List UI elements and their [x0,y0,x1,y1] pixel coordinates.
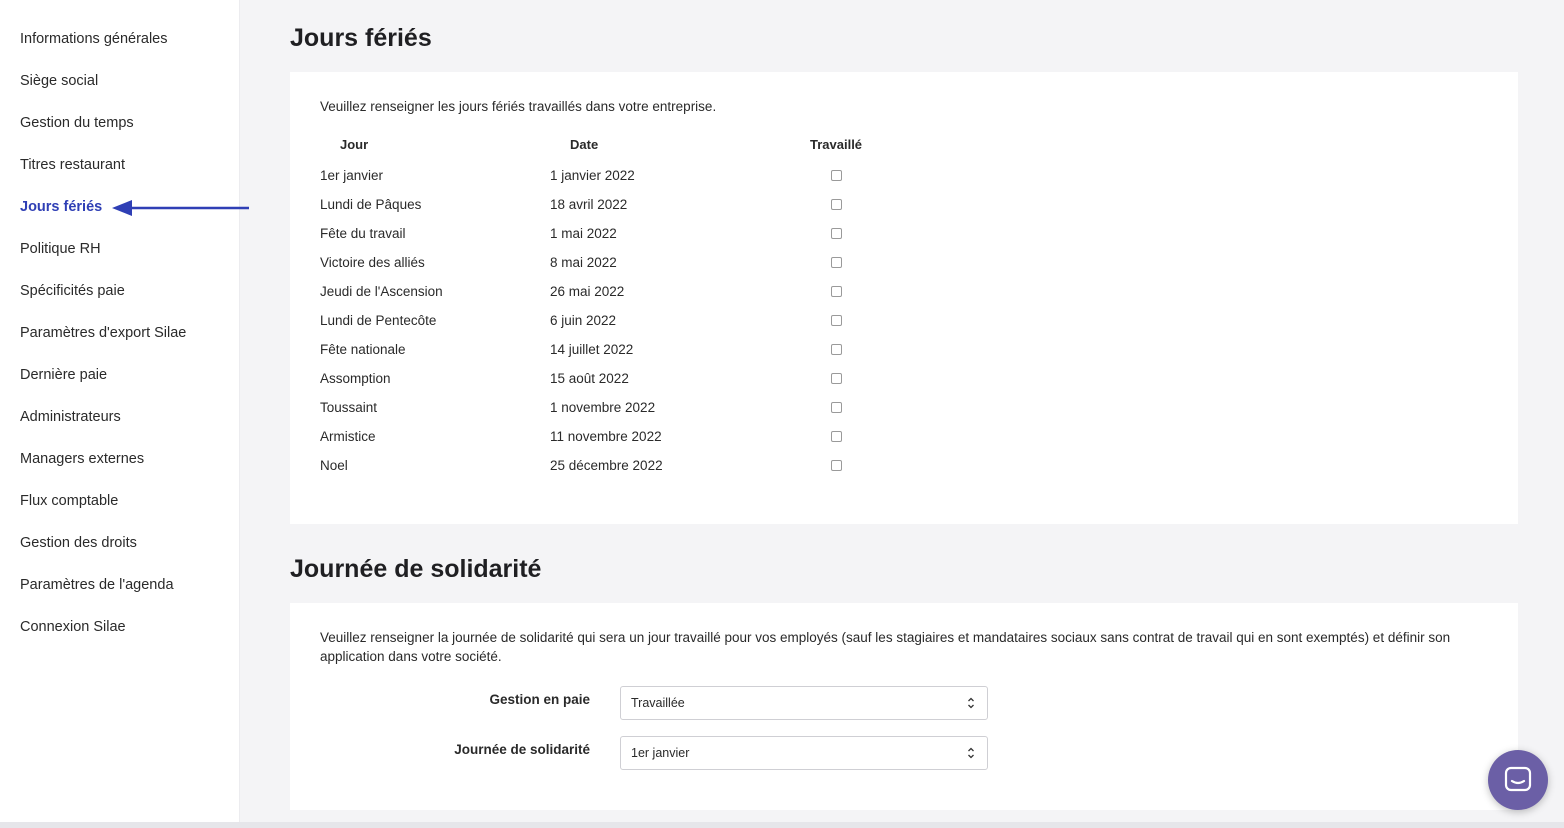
column-header-jour: Jour [340,137,369,152]
solidarity-title: Journée de solidarité [290,555,542,583]
sidebar-item-jours-feries[interactable]: Jours fériés [20,198,102,216]
chat-launcher-button[interactable] [1488,750,1548,810]
sidebar-item-gestion-des-droits[interactable]: Gestion des droits [20,534,137,552]
row-jour: Victoire des alliés [320,255,425,270]
worked-checkbox[interactable] [831,228,842,239]
row-jour: Lundi de Pentecôte [320,313,437,328]
sidebar-item-connexion-silae[interactable]: Connexion Silae [20,618,126,636]
row-date: 25 décembre 2022 [550,458,663,473]
gestion-en-paie-value: Travaillée [631,696,685,710]
row-jour: Lundi de Pâques [320,197,422,212]
select-caret-icon [968,697,974,709]
row-date: 14 juillet 2022 [550,342,634,357]
sidebar-item-parametres-agenda[interactable]: Paramètres de l'agenda [20,576,174,594]
worked-checkbox[interactable] [831,402,842,413]
table-row: Jeudi de l'Ascension 26 mai 2022 [320,283,920,305]
journee-de-solidarite-value: 1er janvier [631,746,690,760]
main-content: Jours fériés Veuillez renseigner les jou… [240,0,1564,828]
sidebar-item-specificites-paie[interactable]: Spécificités paie [20,282,125,300]
sidebar-item-politique-rh[interactable]: Politique RH [20,240,101,258]
row-date: 1 mai 2022 [550,226,617,241]
row-date: 26 mai 2022 [550,284,625,299]
table-row: Lundi de Pâques 18 avril 2022 [320,196,920,218]
row-date: 11 novembre 2022 [550,429,662,444]
row-jour: Toussaint [320,400,378,415]
row-date: 1 janvier 2022 [550,168,635,183]
select-caret-icon [968,747,974,759]
table-row: 1er janvier 1 janvier 2022 [320,167,920,189]
worked-checkbox[interactable] [831,344,842,355]
solidarity-intro: Veuillez renseigner la journée de solida… [320,630,1451,664]
journee-de-solidarite-select[interactable]: 1er janvier [620,736,988,770]
sidebar-item-siege-social[interactable]: Siège social [20,72,98,90]
sidebar: Informations générales Siège social Gest… [0,0,249,828]
row-date: 15 août 2022 [550,371,629,386]
row-jour: Noel [320,458,348,473]
row-date: 8 mai 2022 [550,255,617,270]
row-jour: Fête nationale [320,342,406,357]
row-date: 6 juin 2022 [550,313,617,328]
row-date: 1 novembre 2022 [550,400,656,415]
worked-checkbox[interactable] [831,199,842,210]
column-header-travaille: Travaillé [810,137,863,152]
table-row: Noel 25 décembre 2022 [320,457,920,479]
app: Informations générales Siège social Gest… [0,0,1564,828]
table-row: Toussaint 1 novembre 2022 [320,399,920,421]
row-jour: 1er janvier [320,168,384,183]
worked-checkbox[interactable] [831,286,842,297]
column-header-date: Date [570,137,599,152]
holidays-title: Jours fériés [290,24,432,52]
row-jour: Jeudi de l'Ascension [320,284,443,299]
worked-checkbox[interactable] [831,170,842,181]
worked-checkbox[interactable] [831,315,842,326]
sidebar-item-flux-comptable[interactable]: Flux comptable [20,492,118,510]
table-row: Armistice 11 novembre 2022 [320,428,920,450]
worked-checkbox[interactable] [831,460,842,471]
solidarity-card: Veuillez renseigner la journée de solida… [290,603,1518,810]
bottom-bar [0,822,1564,828]
table-row: Fête nationale 14 juillet 2022 [320,341,920,363]
worked-checkbox[interactable] [831,373,842,384]
table-row: Lundi de Pentecôte 6 juin 2022 [320,312,920,334]
sidebar-item-parametres-export-silae[interactable]: Paramètres d'export Silae [20,324,186,342]
sidebar-item-derniere-paie[interactable]: Dernière paie [20,366,107,384]
arrow-left-icon [112,200,249,216]
holidays-card: Veuillez renseigner les jours fériés tra… [290,72,1518,524]
sidebar-item-informations-generales[interactable]: Informations générales [20,30,168,48]
row-date: 18 avril 2022 [550,197,628,212]
sidebar-item-gestion-du-temps[interactable]: Gestion du temps [20,114,134,132]
table-row: Assomption 15 août 2022 [320,370,920,392]
journee-de-solidarite-label: Journée de solidarité [454,742,590,757]
worked-checkbox[interactable] [831,257,842,268]
table-row: Fête du travail 1 mai 2022 [320,225,920,247]
gestion-en-paie-select[interactable]: Travaillée [620,686,988,720]
row-jour: Armistice [320,429,376,444]
gestion-en-paie-label: Gestion en paie [489,692,590,707]
row-jour: Assomption [320,371,391,386]
row-jour: Fête du travail [320,226,406,241]
sidebar-item-managers-externes[interactable]: Managers externes [20,450,144,468]
holidays-intro: Veuillez renseigner les jours fériés tra… [320,99,717,114]
chat-icon [1504,766,1532,792]
sidebar-item-administrateurs[interactable]: Administrateurs [20,408,121,426]
worked-checkbox[interactable] [831,431,842,442]
table-row: Victoire des alliés 8 mai 2022 [320,254,920,276]
sidebar-item-titres-restaurant[interactable]: Titres restaurant [20,156,125,174]
